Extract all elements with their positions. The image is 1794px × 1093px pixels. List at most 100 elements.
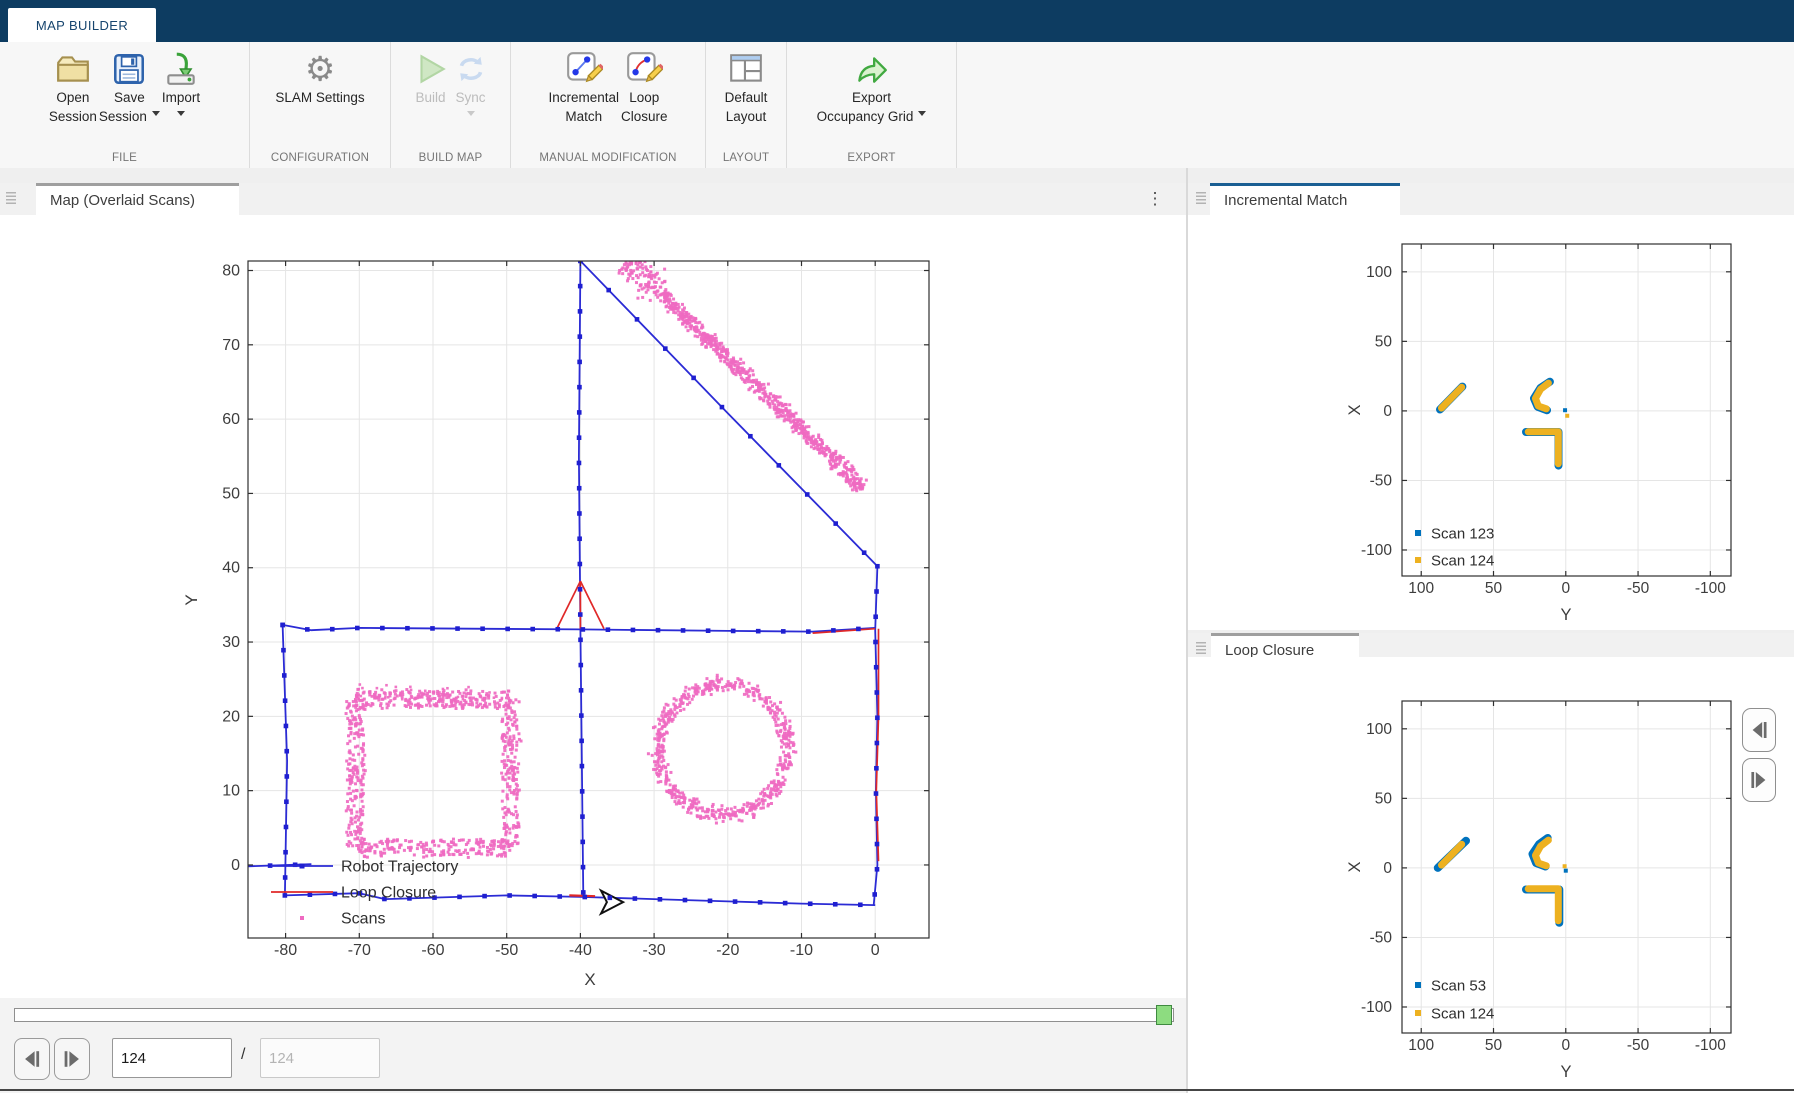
section-label: CONFIGURATION	[250, 152, 390, 164]
svg-text:-50: -50	[495, 942, 518, 959]
section-label: MANUAL MODIFICATION	[511, 152, 705, 164]
scan-count-separator: /	[241, 1046, 245, 1064]
svg-text:100: 100	[1408, 580, 1434, 597]
toolbar-section-export: ExportOccupancy Grid EXPORT	[787, 42, 957, 168]
map-plot-canvas[interactable]: -80-70-60-50-40-30-20-100010203040506070…	[0, 215, 1186, 998]
incremental-match-label: Incremental	[548, 88, 619, 107]
incremental-match-header: Incremental Match	[1188, 183, 1794, 215]
map-builder-app: MAP BUILDER OpenSessionSaveSessionImport…	[0, 0, 1794, 1093]
chevron-down-icon[interactable]	[177, 111, 185, 120]
svg-text:-10: -10	[790, 942, 813, 959]
default-layout-button[interactable]: DefaultLayout	[725, 46, 768, 146]
svg-text:-50: -50	[1370, 472, 1393, 489]
svg-text:30: 30	[222, 634, 240, 651]
window-edge	[0, 1089, 1794, 1091]
svg-text:-100: -100	[1695, 580, 1726, 597]
build-button[interactable]: Build	[412, 46, 450, 146]
next-arrow-icon	[1747, 766, 1771, 794]
scan-slider-thumb[interactable]	[1156, 1005, 1172, 1025]
export-occupancy-grid-button[interactable]: ExportOccupancy Grid	[817, 46, 927, 146]
open-session-button[interactable]: OpenSession	[49, 46, 97, 146]
workspace: Map (Overlaid Scans) ⋮ -80-70-60-50-40-3…	[0, 168, 1794, 1093]
chevron-down-icon[interactable]	[152, 111, 160, 120]
previous-scan-button[interactable]	[14, 1038, 50, 1080]
svg-text:Scans: Scans	[341, 911, 385, 928]
panel-grip-icon[interactable]	[6, 192, 16, 206]
incremental-match-canvas[interactable]: 100500-50-100100500-50-100YXScan 123Scan…	[1188, 215, 1794, 630]
map-panel: Map (Overlaid Scans) ⋮ -80-70-60-50-40-3…	[0, 168, 1186, 1093]
export-icon	[852, 50, 890, 88]
svg-text:0: 0	[1561, 580, 1570, 597]
default-layout-label: Default	[725, 88, 768, 107]
current-scan-input[interactable]	[112, 1038, 232, 1078]
slam-settings-button[interactable]: ⚙SLAM Settings	[275, 46, 364, 146]
svg-text:X: X	[1346, 861, 1364, 872]
incremental-match-button[interactable]: IncrementalMatch	[548, 46, 619, 146]
next-loop-closure-button[interactable]	[1742, 758, 1776, 802]
svg-text:0: 0	[1383, 860, 1392, 877]
svg-text:-50: -50	[1370, 929, 1393, 946]
incremental-match-title: Incremental Match	[1224, 192, 1347, 209]
loop-closure-plot-area: 100500-50-100100500-50-100YXScan 53Scan …	[1188, 657, 1794, 1093]
folder-icon	[54, 50, 92, 88]
incremental-match-panel: Incremental Match 100500-50-100100500-50…	[1188, 168, 1794, 630]
import-label: Import	[162, 88, 200, 107]
toolbar-section-manual-modification: IncrementalMatchLoopClosure MANUAL MODIFI…	[511, 42, 706, 168]
sync-button[interactable]: Sync	[452, 46, 490, 146]
sync-icon	[452, 50, 490, 88]
svg-text:50: 50	[1485, 580, 1503, 597]
svg-text:Scan 53: Scan 53	[1431, 978, 1486, 995]
panel-options-icon[interactable]: ⋮	[1146, 188, 1164, 210]
save-icon	[110, 50, 148, 88]
previous-loop-closure-button[interactable]	[1742, 708, 1776, 752]
svg-text:X: X	[1346, 404, 1364, 415]
svg-text:0: 0	[231, 857, 240, 874]
loop-closure-label: Loop	[629, 88, 659, 107]
toolstrip: OpenSessionSaveSessionImportFILE⚙SLAM Se…	[0, 42, 1794, 169]
save-session-button[interactable]: SaveSession	[99, 46, 160, 146]
loop-closure-panel: Loop Closure 100500-50-100100500-50-100Y…	[1188, 630, 1794, 1093]
chevron-down-icon[interactable]	[918, 111, 926, 120]
tab-map-overlaid-scans[interactable]: Map (Overlaid Scans)	[36, 183, 239, 215]
loopclosure-icon	[625, 50, 663, 88]
export-occupancy-grid-label: Export	[852, 88, 891, 107]
save-session-label: Save	[114, 88, 145, 107]
svg-text:X: X	[584, 970, 595, 989]
svg-text:0: 0	[1383, 403, 1392, 420]
import-icon	[162, 50, 200, 88]
import-button[interactable]: Import	[162, 46, 200, 146]
panel-grip-icon[interactable]	[1196, 192, 1206, 206]
section-label: EXPORT	[787, 152, 956, 164]
step-forward-icon	[59, 1046, 85, 1072]
map-panel-title: Map (Overlaid Scans)	[50, 192, 195, 209]
svg-text:Y: Y	[182, 594, 201, 605]
svg-text:Y: Y	[1560, 606, 1571, 624]
svg-text:10: 10	[222, 783, 240, 800]
incremental-match-plot-area: 100500-50-100100500-50-100YXScan 123Scan…	[1188, 215, 1794, 630]
svg-text:100: 100	[1366, 264, 1392, 281]
loop-closure-button[interactable]: LoopClosure	[621, 46, 668, 146]
svg-text:0: 0	[871, 942, 880, 959]
loop-closure-canvas[interactable]: 100500-50-100100500-50-100YXScan 53Scan …	[1188, 657, 1794, 1093]
svg-text:-70: -70	[348, 942, 371, 959]
tab-incremental-match[interactable]: Incremental Match	[1210, 183, 1400, 215]
total-scans-input	[260, 1038, 380, 1078]
section-label: LAYOUT	[706, 152, 786, 164]
svg-text:0: 0	[1561, 1037, 1570, 1054]
incmatch-icon	[565, 50, 603, 88]
svg-text:-100: -100	[1361, 999, 1392, 1016]
prev-arrow-icon	[1747, 716, 1771, 744]
svg-text:-40: -40	[569, 942, 592, 959]
sync-label: Sync	[455, 88, 485, 107]
default-layout-label: Layout	[726, 107, 767, 126]
svg-text:40: 40	[222, 560, 240, 577]
next-scan-button[interactable]	[54, 1038, 90, 1080]
ribbon-tab-map-builder[interactable]: MAP BUILDER	[8, 8, 156, 42]
scan-slider[interactable]	[14, 1008, 1174, 1022]
toolbar-section-file: OpenSessionSaveSessionImportFILE	[0, 42, 250, 168]
panel-grip-icon[interactable]	[1196, 642, 1206, 656]
svg-text:-100: -100	[1361, 542, 1392, 559]
svg-text:50: 50	[1375, 333, 1393, 350]
chevron-down-icon[interactable]	[467, 111, 475, 120]
toolbar-section-configuration: ⚙SLAM Settings CONFIGURATION	[250, 42, 391, 168]
